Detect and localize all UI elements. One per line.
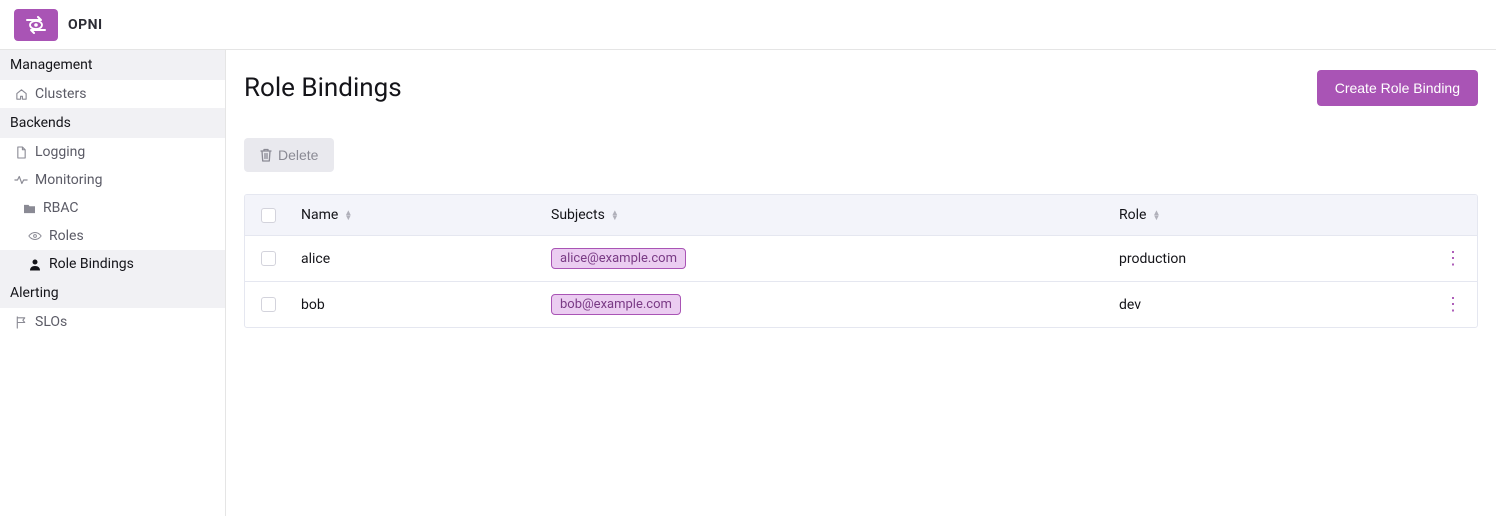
row-menu-button[interactable]: ⋮ xyxy=(1444,250,1462,268)
column-header-actions xyxy=(1429,195,1477,235)
row-checkbox[interactable] xyxy=(261,251,276,266)
column-header-name-label: Name xyxy=(301,207,338,223)
sidebar-item-label: RBAC xyxy=(43,200,79,216)
sidebar-item-label: Monitoring xyxy=(35,172,103,188)
row-name: bob xyxy=(291,285,541,325)
row-menu-button[interactable]: ⋮ xyxy=(1444,296,1462,314)
subject-tag: alice@example.com xyxy=(551,248,686,269)
file-icon xyxy=(14,145,28,159)
page-title: Role Bindings xyxy=(244,73,402,103)
row-name: alice xyxy=(291,239,541,279)
select-all-checkbox[interactable] xyxy=(261,208,276,223)
person-icon xyxy=(28,257,42,271)
column-header-name[interactable]: Name ▲▼ xyxy=(291,195,541,235)
delete-button[interactable]: Delete xyxy=(244,138,334,172)
trash-icon xyxy=(260,148,272,162)
nav-group-header: Management xyxy=(0,50,225,80)
row-select-cell xyxy=(245,239,291,278)
home-icon xyxy=(14,87,28,101)
row-subjects: alice@example.com xyxy=(541,236,1109,281)
row-checkbox[interactable] xyxy=(261,297,276,312)
sidebar-item-rbac[interactable]: RBAC xyxy=(0,194,225,222)
create-role-binding-button[interactable]: Create Role Binding xyxy=(1317,70,1478,106)
sidebar-item-monitoring[interactable]: Monitoring xyxy=(0,166,225,194)
column-header-role[interactable]: Role ▲▼ xyxy=(1109,195,1429,235)
row-actions: ⋮ xyxy=(1429,238,1477,280)
page-header: Role Bindings Create Role Binding xyxy=(244,70,1478,106)
pulse-icon xyxy=(14,173,28,187)
table-row: bob bob@example.com dev ⋮ xyxy=(245,282,1477,327)
sidebar-item-clusters[interactable]: Clusters xyxy=(0,80,225,108)
table-row: alice alice@example.com production ⋮ xyxy=(245,236,1477,282)
sidebar-item-logging[interactable]: Logging xyxy=(0,138,225,166)
row-role: dev xyxy=(1109,285,1429,325)
row-subjects: bob@example.com xyxy=(541,282,1109,327)
column-header-subjects-label: Subjects xyxy=(551,207,605,223)
column-header-subjects[interactable]: Subjects ▲▼ xyxy=(541,195,1109,235)
sidebar: Management Clusters Backends Logging Monitor… xyxy=(0,50,226,516)
subject-tag: bob@example.com xyxy=(551,294,681,315)
row-actions: ⋮ xyxy=(1429,284,1477,326)
sidebar-item-role-bindings[interactable]: Role Bindings xyxy=(0,250,225,278)
table-header-row: Name ▲▼ Subjects ▲▼ Role ▲▼ xyxy=(245,195,1477,236)
topbar: OPNI xyxy=(0,0,1496,50)
sort-icon: ▲▼ xyxy=(1152,210,1160,220)
row-role: production xyxy=(1109,239,1429,279)
folder-icon xyxy=(22,201,36,215)
role-bindings-table: Name ▲▼ Subjects ▲▼ Role ▲▼ alice alice@e… xyxy=(244,194,1478,328)
sort-icon: ▲▼ xyxy=(611,210,619,220)
sidebar-item-label: SLOs xyxy=(35,314,67,330)
flag-icon xyxy=(14,315,28,329)
sidebar-item-label: Roles xyxy=(49,228,84,244)
sidebar-item-roles[interactable]: Roles xyxy=(0,222,225,250)
nav-group-header: Alerting xyxy=(0,278,225,308)
select-all-cell xyxy=(245,195,291,235)
main-content: Role Bindings Create Role Binding Delete… xyxy=(226,50,1496,516)
eye-swap-icon xyxy=(23,16,49,34)
sidebar-item-label: Role Bindings xyxy=(49,256,134,272)
sidebar-item-slos[interactable]: SLOs xyxy=(0,308,225,336)
eye-icon xyxy=(28,229,42,243)
sidebar-item-label: Clusters xyxy=(35,86,86,102)
column-header-role-label: Role xyxy=(1119,207,1146,223)
nav-group-header: Backends xyxy=(0,108,225,138)
sidebar-item-label: Logging xyxy=(35,144,85,160)
brand-name: OPNI xyxy=(68,17,103,33)
row-select-cell xyxy=(245,285,291,324)
toolbar: Delete xyxy=(244,138,1478,172)
delete-button-label: Delete xyxy=(278,147,318,163)
brand-logo xyxy=(14,9,58,41)
sort-icon: ▲▼ xyxy=(344,210,352,220)
